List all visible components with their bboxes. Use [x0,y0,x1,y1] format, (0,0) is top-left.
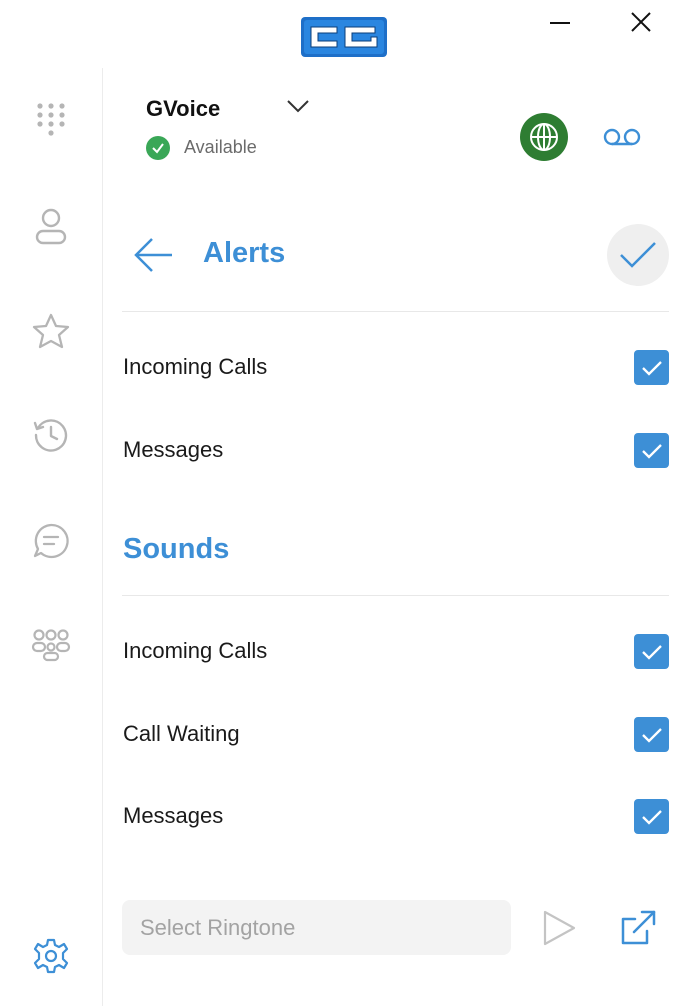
dialpad-icon [37,103,65,136]
minimize-button[interactable] [540,6,580,40]
status-check-icon [146,136,170,160]
back-button[interactable] [132,234,176,276]
chat-icon [33,523,69,559]
sounds-section-title: Sounds [123,533,230,565]
ringtone-input[interactable] [122,900,511,955]
divider [122,311,669,312]
gear-icon [33,938,69,974]
close-button[interactable] [622,6,662,40]
sidebar-item-contacts[interactable] [30,206,72,248]
external-link-icon [621,910,656,945]
check-icon [641,443,662,459]
confirm-button[interactable] [607,224,669,286]
close-icon [631,12,651,32]
voicemail-button[interactable] [600,118,644,156]
open-external-button[interactable] [616,906,660,950]
chevron-down-icon [287,100,309,113]
check-icon [620,242,656,268]
person-icon [35,208,67,245]
sounds-call-waiting-label: Call Waiting [123,721,240,746]
alerts-incoming-calls-label: Incoming Calls [123,354,268,379]
play-ringtone-button[interactable] [536,906,582,950]
play-icon [543,910,576,946]
sounds-messages-checkbox[interactable] [634,799,669,834]
sidebar-item-dialpad[interactable] [30,99,72,141]
history-icon [33,419,68,452]
check-icon [641,644,662,660]
page-title: Alerts [203,237,286,269]
globe-button[interactable] [520,113,568,161]
minimize-icon [550,22,570,24]
voicemail-icon [603,128,641,146]
check-icon [641,727,662,743]
group-icon [31,629,71,662]
status-text: Available [184,137,257,157]
check-icon [641,809,662,825]
alerts-messages-label: Messages [123,437,224,462]
sidebar-item-history[interactable] [30,414,72,456]
arrow-left-icon [134,238,172,272]
alerts-messages-checkbox[interactable] [634,433,669,468]
star-icon [32,313,70,349]
divider [122,595,669,596]
sidebar-item-groups[interactable] [30,624,72,666]
sidebar [0,68,103,1006]
account-dropdown-button[interactable] [286,98,310,114]
globe-icon [530,123,558,151]
account-name: GVoice [146,96,221,121]
sidebar-item-settings[interactable] [30,935,72,977]
alerts-incoming-calls-checkbox[interactable] [634,350,669,385]
sounds-call-waiting-checkbox[interactable] [634,717,669,752]
check-icon [641,360,662,376]
title-bar [0,0,686,68]
sidebar-item-favorites[interactable] [30,310,72,352]
sounds-messages-label: Messages [123,803,224,828]
cc-logo-icon [299,15,389,59]
sounds-incoming-calls-checkbox[interactable] [634,634,669,669]
sounds-incoming-calls-label: Incoming Calls [123,638,268,663]
sidebar-item-messages[interactable] [30,520,72,562]
